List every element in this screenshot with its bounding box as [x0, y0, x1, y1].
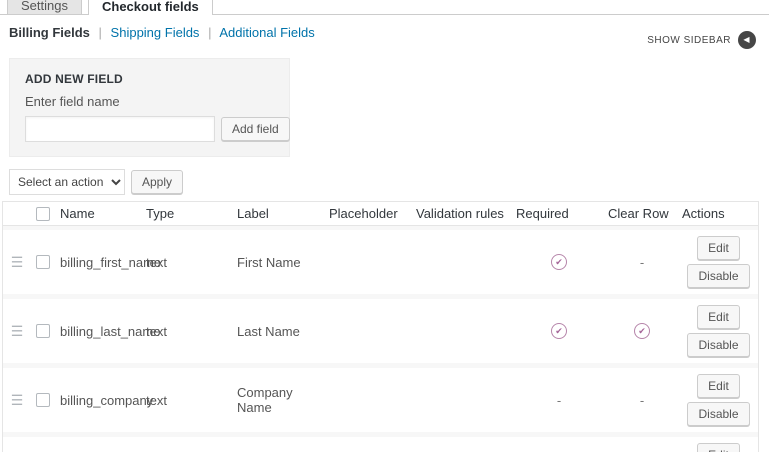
- bulk-actions-bar: Select an action Apply: [9, 169, 769, 195]
- row-actions: Edit Disable: [679, 230, 758, 294]
- field-name-label: Enter field name: [25, 94, 274, 109]
- tab-settings[interactable]: Settings: [7, 0, 82, 15]
- field-name: billing_last_name: [57, 324, 143, 339]
- table-header-row: Name Type Label Placeholder Validation r…: [3, 201, 758, 226]
- row-checkbox[interactable]: [36, 324, 50, 338]
- row-checkbox[interactable]: [36, 255, 50, 269]
- dash-icon: -: [640, 255, 644, 270]
- required-state: ✔ -: [513, 323, 605, 339]
- dash-icon: -: [640, 393, 644, 408]
- edit-button[interactable]: Edit: [697, 305, 740, 329]
- edit-button[interactable]: Edit: [697, 443, 740, 452]
- field-name-input[interactable]: [25, 116, 215, 142]
- field-type: text: [143, 255, 234, 270]
- row-actions: Edit Disable: [679, 368, 758, 432]
- subnav-shipping-fields[interactable]: Shipping Fields: [111, 25, 200, 40]
- checkout-fields-page: Settings Checkout fields Billing Fields …: [0, 0, 769, 452]
- edit-button[interactable]: Edit: [697, 236, 740, 260]
- tab-bar: Settings Checkout fields: [0, 0, 769, 15]
- check-circle-icon: ✔: [551, 254, 567, 270]
- drag-handle-icon[interactable]: ☰: [3, 323, 31, 340]
- disable-button[interactable]: Disable: [687, 264, 749, 288]
- disable-button[interactable]: Disable: [687, 333, 749, 357]
- clear-row-state: ✔ -: [605, 255, 679, 270]
- field-name: billing_company: [57, 393, 143, 408]
- column-header-name: Name: [57, 206, 143, 221]
- edit-button[interactable]: Edit: [697, 374, 740, 398]
- drag-handle-icon[interactable]: ☰: [3, 392, 31, 409]
- select-all-checkbox[interactable]: [36, 207, 50, 221]
- subnav-separator: |: [208, 25, 211, 40]
- subnav-separator: |: [99, 25, 102, 40]
- column-header-actions: Actions: [679, 206, 758, 221]
- column-header-validation: Validation rules: [413, 206, 513, 221]
- bulk-action-select[interactable]: Select an action: [9, 169, 125, 195]
- required-state: ✔ -: [513, 254, 605, 270]
- field-type: text: [143, 324, 234, 339]
- field-label: First Name: [234, 255, 326, 270]
- panel-title: ADD NEW FIELD: [25, 72, 274, 86]
- field-name: billing_first_name: [57, 255, 143, 270]
- apply-button[interactable]: Apply: [131, 170, 183, 194]
- column-header-clear-row: Clear Row: [605, 206, 679, 221]
- row-checkbox[interactable]: [36, 393, 50, 407]
- required-state: ✔ -: [513, 393, 605, 408]
- fields-table: Name Type Label Placeholder Validation r…: [2, 201, 759, 452]
- field-label: Last Name: [234, 324, 326, 339]
- show-sidebar-toggle[interactable]: SHOW SIDEBAR ◀: [647, 31, 756, 49]
- column-header-label: Label: [234, 206, 326, 221]
- subnav-additional-fields[interactable]: Additional Fields: [219, 25, 314, 40]
- add-field-button[interactable]: Add field: [221, 117, 290, 141]
- disable-button[interactable]: Disable: [687, 402, 749, 426]
- column-header-placeholder: Placeholder: [326, 206, 413, 221]
- row-actions: Edit Disable Remove: [679, 437, 758, 452]
- drag-handle-icon[interactable]: ☰: [3, 254, 31, 271]
- table-row: ☰ billing_last_name text Last Name ✔ - ✔…: [3, 299, 758, 363]
- table-row: ☰ billing_vat text Vat Number Vat Number…: [3, 437, 758, 452]
- sidebar-arrow-icon[interactable]: ◀: [738, 31, 756, 49]
- show-sidebar-label: SHOW SIDEBAR: [647, 35, 731, 46]
- row-actions: Edit Disable: [679, 299, 758, 363]
- column-header-type: Type: [143, 206, 234, 221]
- dash-icon: -: [557, 393, 561, 408]
- clear-row-state: ✔ -: [605, 323, 679, 339]
- column-header-required: Required: [513, 206, 605, 221]
- tab-checkout-fields[interactable]: Checkout fields: [88, 0, 213, 15]
- field-label: Company Name: [234, 385, 326, 415]
- table-row: ☰ billing_first_name text First Name ✔ -…: [3, 230, 758, 294]
- clear-row-state: ✔ -: [605, 393, 679, 408]
- check-circle-icon: ✔: [551, 323, 567, 339]
- table-row: ☰ billing_company text Company Name ✔ - …: [3, 368, 758, 432]
- subnav-billing-fields[interactable]: Billing Fields: [9, 25, 90, 40]
- field-type: text: [143, 393, 234, 408]
- check-circle-icon: ✔: [634, 323, 650, 339]
- add-new-field-panel: ADD NEW FIELD Enter field name Add field: [9, 58, 290, 157]
